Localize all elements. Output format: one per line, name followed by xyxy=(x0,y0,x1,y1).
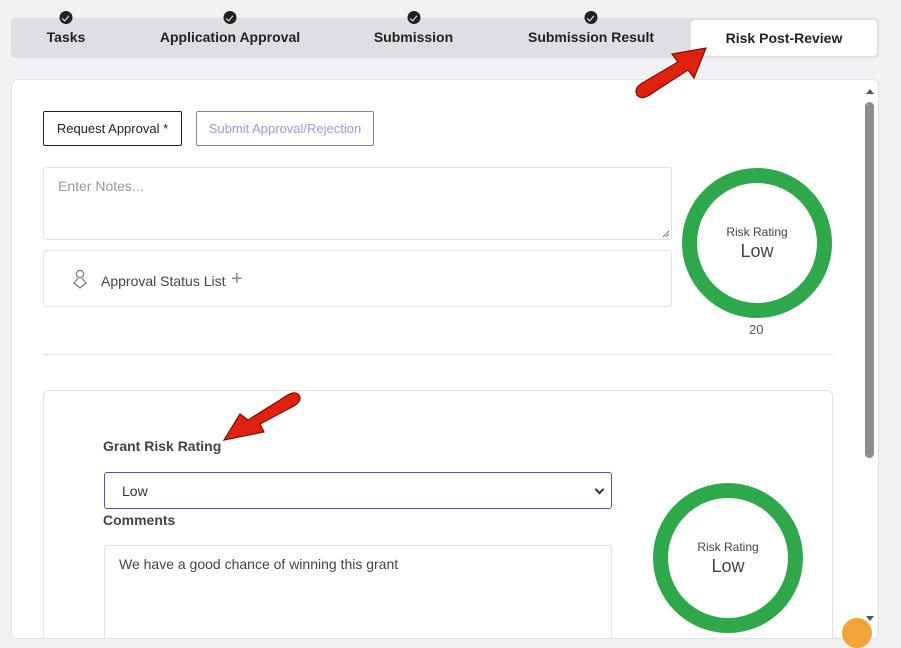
check-icon xyxy=(584,11,598,24)
risk-rating-value: Low xyxy=(711,555,745,576)
tab-application-approval[interactable]: Application Approval xyxy=(141,11,319,58)
comments-label: Comments xyxy=(103,512,176,528)
notes-input[interactable] xyxy=(43,167,672,240)
risk-rating-value: Low xyxy=(740,240,774,261)
tab-submission-result[interactable]: Submission Result xyxy=(516,11,666,58)
risk-rating-title: Risk Rating xyxy=(697,539,759,554)
check-icon xyxy=(407,11,420,24)
risk-rating-title: Risk Rating xyxy=(726,224,788,239)
tab-label: Tasks xyxy=(46,29,86,45)
check-icon xyxy=(59,11,73,24)
plus-icon[interactable]: + xyxy=(231,268,243,291)
tab-risk-post-review[interactable]: Risk Post-Review xyxy=(691,20,877,56)
scroll-down-icon[interactable] xyxy=(866,616,874,621)
scrollbar-thumb[interactable] xyxy=(865,102,874,458)
chevron-down-icon xyxy=(594,484,605,495)
request-approval-button[interactable]: Request Approval * xyxy=(43,111,182,146)
help-widget-icon[interactable] xyxy=(842,618,872,648)
submit-approval-button[interactable]: Submit Approval/Rejection xyxy=(196,111,374,146)
resize-grip-icon[interactable] xyxy=(662,230,670,238)
tab-label: Submission Result xyxy=(527,29,655,45)
scroll-up-icon[interactable] xyxy=(866,89,874,94)
risk-score: 20 xyxy=(749,322,764,337)
step-tabs: Tasks Application Approval Submission Su… xyxy=(11,11,879,58)
comments-field[interactable]: We have a good chance of winning this gr… xyxy=(104,545,612,638)
person-icon xyxy=(73,269,87,289)
tab-label: Submission xyxy=(373,29,454,45)
risk-post-review-panel: Request Approval * Submit Approval/Rejec… xyxy=(11,79,879,639)
divider xyxy=(42,354,833,355)
grant-risk-rating-label: Grant Risk Rating xyxy=(103,438,222,454)
check-icon xyxy=(223,11,237,24)
select-value: Low xyxy=(122,482,148,499)
approval-status-list[interactable]: Approval Status List + xyxy=(43,250,672,307)
grant-risk-rating-select[interactable]: Low xyxy=(104,472,612,509)
approval-status-label: Approval Status List xyxy=(101,273,226,289)
risk-rating-ring: Risk Rating Low xyxy=(682,168,832,318)
tab-tasks[interactable]: Tasks xyxy=(26,11,106,58)
tab-label: Application Approval xyxy=(159,29,301,45)
tab-submission[interactable]: Submission xyxy=(351,11,476,58)
tab-label: Risk Post-Review xyxy=(725,30,843,46)
grant-risk-rating-ring: Risk Rating Low xyxy=(653,483,803,633)
